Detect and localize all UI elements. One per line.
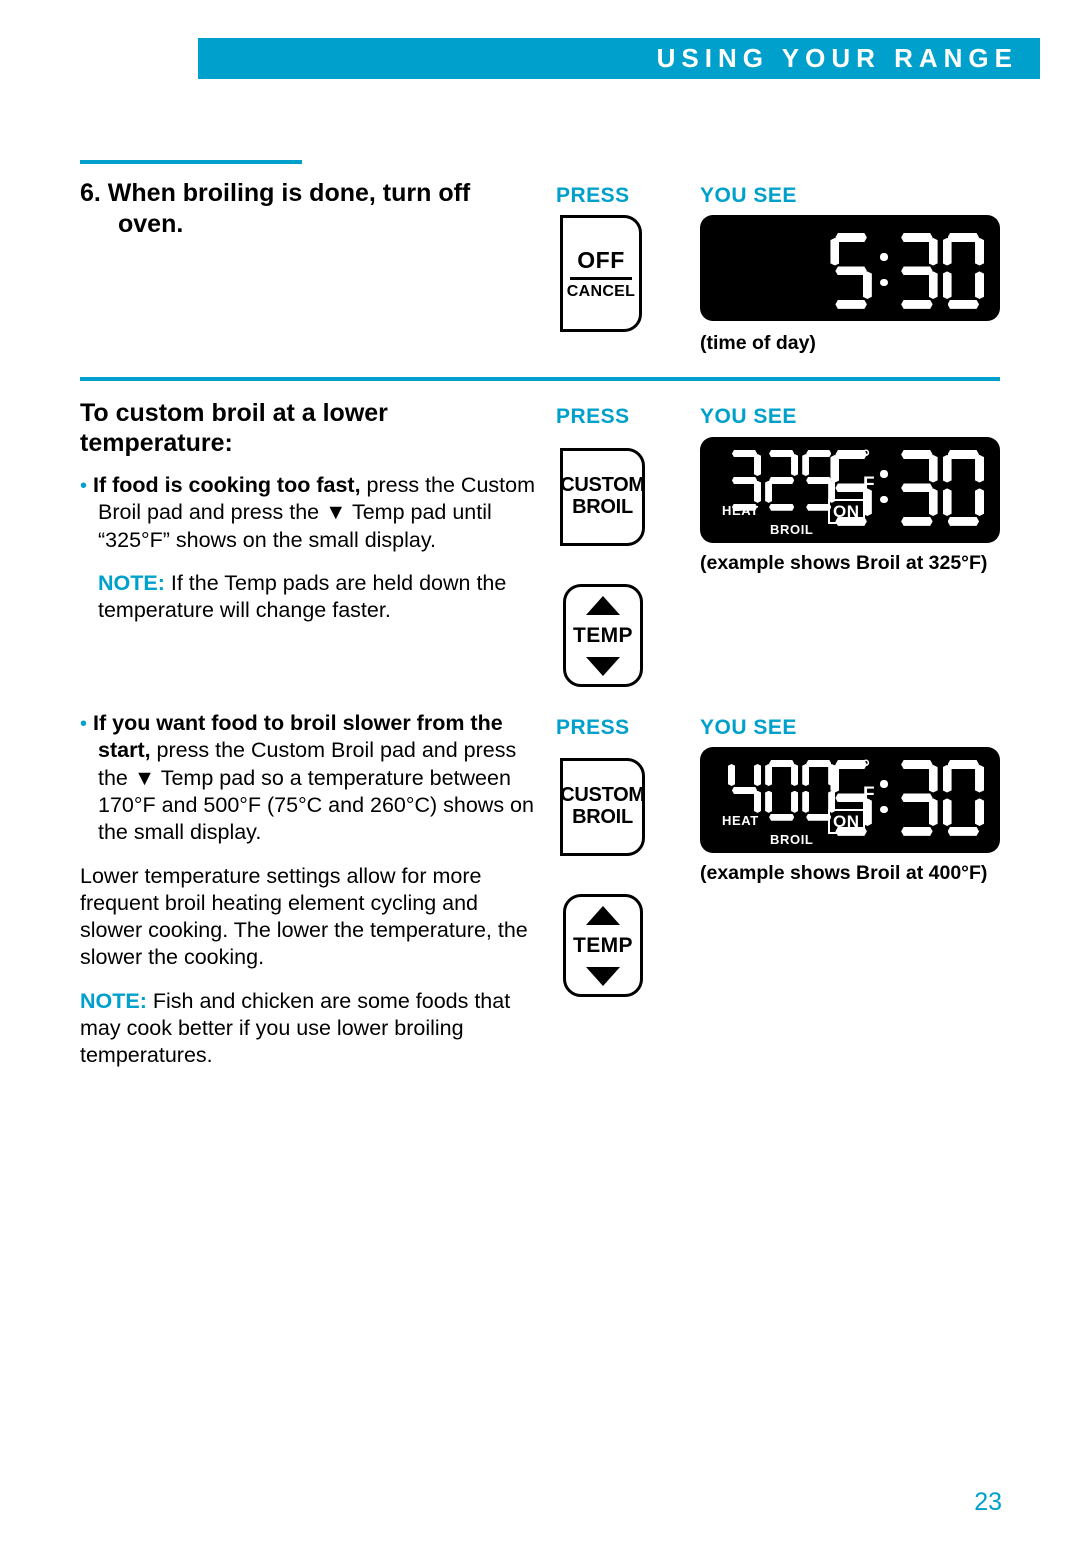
you-see-label-broil-slower: YOU SEE [700,716,797,739]
seven-segment-digit [942,233,984,309]
seven-segment-digit [728,760,762,821]
seven-segment-digit [765,450,799,511]
lcd-display-broil-400: ° F HEAT ON BROIL [700,747,1000,853]
custom-broil-text-block: To custom broil at a lower temperature: … [80,398,535,625]
press-label-broil-slower: PRESS [556,716,630,739]
you-see-label-custom-broil: YOU SEE [700,405,797,428]
temp-up-arrow-icon-2[interactable] [586,905,620,925]
page-number: 23 [974,1488,1002,1516]
temp-pad-1-label: TEMP [573,623,633,647]
lcd-caption-time-of-day: (time of day) [700,332,816,354]
lcd-time-value [830,233,984,309]
lcd-on-indicator-400: ON [828,809,865,834]
custom-broil-pad-1-line1: CUSTOM [560,474,645,497]
custom-broil-pad-2-line2: BROIL [572,806,633,828]
bullet-2-text: press the Custom Broil pad and press the… [98,738,534,845]
seven-segment-digit [942,760,984,836]
broil-slower-text-block: • If you want food to broil slower from … [80,710,535,1070]
press-label-step6: PRESS [556,184,630,207]
temp-down-arrow-icon[interactable] [586,656,620,676]
divider-between-sections [80,377,1000,381]
temp-up-arrow-icon[interactable] [586,595,620,615]
lcd-on-indicator-325: ON [828,499,865,524]
seven-segment-colon [877,450,891,526]
seven-segment-digit [765,760,799,821]
lcd-heat-indicator-400: HEAT [722,813,759,828]
page-header-banner: USING YOUR RANGE [198,38,1040,79]
custom-broil-pad-2-line1: CUSTOM [560,784,645,807]
custom-broil-heading: To custom broil at a lower temperature: [80,399,388,457]
note-temp-pads-held-down: NOTE: If the Temp pads are held down the… [80,570,535,625]
lcd-temperature-value-325 [728,450,836,511]
off-cancel-pad-off-label: OFF [577,246,625,273]
seven-segment-digit [896,450,938,526]
temp-pad-1[interactable]: TEMP [563,584,643,687]
off-cancel-pad[interactable]: OFF CANCEL [560,215,642,332]
lcd-caption-broil-400: (example shows Broil at 400°F) [700,862,988,884]
press-label-custom-broil: PRESS [556,405,630,428]
step6-heading: 6. When broiling is done, turn off oven. [80,179,471,238]
step6-text-block: 6. When broiling is done, turn off oven. [80,178,535,239]
lcd-display-broil-325: ° F HEAT ON BROIL [700,437,1000,543]
note-2-label: NOTE: [80,988,147,1013]
lcd-broil-indicator-400: BROIL [770,832,814,847]
lcd-heat-indicator-325: HEAT [722,503,759,518]
custom-broil-pad-2[interactable]: CUSTOM BROIL [560,758,645,856]
seven-segment-digit [896,233,938,309]
seven-segment-colon [877,233,891,309]
seven-segment-digit [896,760,938,836]
lcd-display-time-of-day [700,215,1000,321]
custom-broil-pad-1[interactable]: CUSTOM BROIL [560,448,645,546]
lcd-caption-broil-325: (example shows Broil at 325°F) [700,552,988,574]
seven-segment-colon [877,760,891,836]
you-see-label-step6: YOU SEE [700,184,797,207]
seven-segment-digit [830,233,872,309]
divider-above-step6 [80,160,302,164]
page-header-title: USING YOUR RANGE [656,42,1018,73]
paragraph-lower-temperature-settings: Lower temperature settings allow for mor… [80,863,528,970]
seven-segment-digit [942,450,984,526]
note-fish-and-chicken: NOTE: Fish and chicken are some foods th… [80,988,535,1070]
bullet-food-cooking-too-fast: • If food is cooking too fast, press the… [80,472,535,554]
bullet-1-bold-lead: If food is cooking too fast, [93,473,361,497]
bullet-dot-icon-2: • [80,713,88,735]
bullet-broil-slower-from-start: • If you want food to broil slower from … [80,710,535,847]
lcd-temperature-value-400 [728,760,836,821]
off-cancel-pad-divider [570,276,632,280]
bullet-dot-icon: • [80,475,88,497]
custom-broil-pad-1-line2: BROIL [572,496,633,518]
temp-pad-2[interactable]: TEMP [563,894,643,997]
temp-pad-2-label: TEMP [573,933,633,957]
lcd-broil-indicator-325: BROIL [770,522,814,537]
note-1-label: NOTE: [98,570,165,595]
seven-segment-digit [728,450,762,511]
temp-down-arrow-icon-2[interactable] [586,966,620,986]
off-cancel-pad-cancel-label: CANCEL [566,282,636,300]
